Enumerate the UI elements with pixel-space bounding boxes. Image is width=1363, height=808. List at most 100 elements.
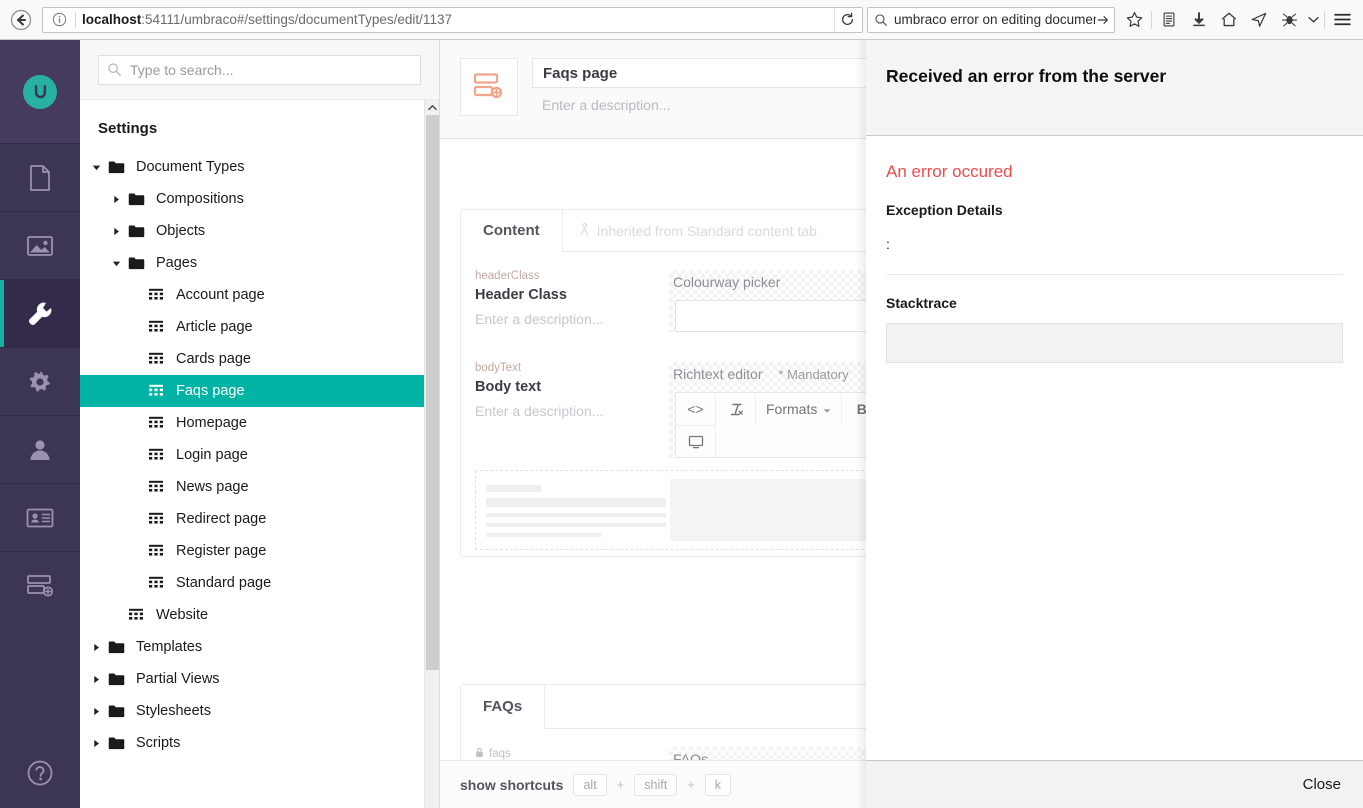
overlay-footer: Close: [866, 760, 1363, 808]
sidebar-item-content[interactable]: [0, 144, 80, 212]
arrow-right-icon[interactable]: [1096, 13, 1110, 27]
sidebar-item-members[interactable]: [0, 484, 80, 552]
reload-icon[interactable]: [834, 7, 860, 32]
scrollbar-thumb[interactable]: [426, 115, 439, 670]
toolbar-divider: [1151, 10, 1152, 29]
tree-node-label: Standard page: [176, 575, 272, 591]
rte-formats-dropdown[interactable]: Formats: [756, 393, 843, 425]
rte-source-code-button[interactable]: <>: [676, 393, 716, 425]
tree-node-login-page[interactable]: Login page: [80, 439, 439, 471]
property-mandatory-label: * Mandatory: [778, 366, 849, 382]
tree-node-faqs-page[interactable]: Faqs page: [80, 375, 439, 407]
tree-node-label: Website: [156, 607, 209, 623]
tree-node-redirect-page[interactable]: Redirect page: [80, 503, 439, 535]
property-editor-label[interactable]: Colourway picker: [673, 274, 780, 290]
overlay-header: Received an error from the server: [866, 40, 1363, 136]
browser-search-input[interactable]: umbraco error on editing document te: [894, 12, 1096, 27]
tree-node-label: Partial Views: [136, 671, 220, 687]
sidebar-item-users[interactable]: [0, 416, 80, 484]
caret-down-icon[interactable]: [88, 164, 104, 171]
tree-node-register-page[interactable]: Register page: [80, 535, 439, 567]
tree-node-compositions[interactable]: Compositions: [80, 183, 439, 215]
tree-node-label: Objects: [156, 223, 206, 239]
tree-node-account-page[interactable]: Account page: [80, 279, 439, 311]
overlay-shadow: [856, 40, 866, 808]
tree-node-objects[interactable]: Objects: [80, 215, 439, 247]
property-name[interactable]: Header Class: [475, 287, 669, 303]
rte-preview-button[interactable]: [676, 425, 716, 457]
scroll-up-arrow-icon[interactable]: [425, 100, 439, 115]
sidebar-item-forms[interactable]: [0, 552, 80, 620]
rte-remove-format-button[interactable]: [716, 393, 756, 425]
tree-node-homepage[interactable]: Homepage: [80, 407, 439, 439]
property-editor-label[interactable]: Richtext editor: [673, 366, 762, 382]
tree-node-partial-views[interactable]: Partial Views: [80, 663, 439, 695]
tree-search-row: Type to search...: [80, 40, 439, 100]
keycap-alt: alt: [573, 773, 607, 796]
tree-node-label: News page: [176, 479, 249, 495]
exception-details-value: :: [886, 236, 890, 252]
tree-node-label: Cards page: [176, 351, 251, 367]
pocket-icon[interactable]: [1244, 5, 1274, 35]
caret-right-icon[interactable]: [108, 195, 124, 204]
addon-icon[interactable]: [1274, 5, 1304, 35]
tree-node-article-page[interactable]: Article page: [80, 311, 439, 343]
caret-right-icon[interactable]: [88, 707, 104, 716]
download-icon[interactable]: [1184, 5, 1214, 35]
keycap-shift: shift: [634, 773, 678, 796]
caret-right-icon[interactable]: [88, 675, 104, 684]
tree-node-stylesheets[interactable]: Stylesheets: [80, 695, 439, 727]
show-shortcuts-label[interactable]: show shortcuts: [460, 777, 563, 793]
browser-search-bar[interactable]: umbraco error on editing document te: [867, 6, 1115, 33]
hamburger-menu-icon[interactable]: [1327, 5, 1357, 35]
folder-icon: [124, 256, 148, 270]
url-path: :54111/umbraco#/settings/documentTypes/e…: [141, 12, 452, 27]
close-button[interactable]: Close: [1303, 776, 1341, 793]
caret-right-icon[interactable]: [88, 739, 104, 748]
help-circle-icon[interactable]: [0, 738, 80, 808]
info-icon[interactable]: [49, 10, 69, 30]
sidebar-item-settings[interactable]: [0, 280, 80, 348]
tree-node-website[interactable]: Website: [80, 599, 439, 631]
chevron-down-icon[interactable]: [1304, 5, 1322, 35]
sidebar-item-packages[interactable]: [0, 348, 80, 416]
tab-faqs[interactable]: FAQs: [461, 685, 546, 729]
sidebar-item-media[interactable]: [0, 212, 80, 280]
inherited-note: Inherited from Standard content tab: [563, 210, 833, 251]
tree-node-news-page[interactable]: News page: [80, 471, 439, 503]
doctype-add-icon[interactable]: [460, 58, 518, 116]
tree-node-document-types[interactable]: Document Types: [80, 151, 439, 183]
tree-node-templates[interactable]: Templates: [80, 631, 439, 663]
umbraco-logo[interactable]: [0, 40, 80, 144]
url-bar[interactable]: localhost:54111/umbraco#/settings/docume…: [42, 6, 863, 33]
tree-node-standard-page[interactable]: Standard page: [80, 567, 439, 599]
tree-scrollbar[interactable]: [424, 100, 439, 808]
tree-node-cards-page[interactable]: Cards page: [80, 343, 439, 375]
tree-node-label: Homepage: [176, 415, 247, 431]
doctype-icon: [144, 384, 168, 399]
back-arrow-icon[interactable]: [6, 5, 36, 35]
doctype-icon: [144, 448, 168, 463]
add-property-skeleton-left: [476, 471, 670, 549]
tree-node-label: Login page: [176, 447, 248, 463]
tree-node-scripts[interactable]: Scripts: [80, 727, 439, 759]
property-description[interactable]: Enter a description...: [475, 403, 669, 419]
home-icon[interactable]: [1214, 5, 1244, 35]
key-separator-1: +: [616, 777, 625, 792]
library-icon[interactable]: [1154, 5, 1184, 35]
tree-node-label: Register page: [176, 543, 267, 559]
caret-right-icon[interactable]: [108, 227, 124, 236]
search-input[interactable]: Type to search...: [98, 54, 421, 85]
inherited-note-label: Inherited from Standard content tab: [596, 222, 817, 239]
doctype-icon: [124, 608, 148, 623]
caret-right-icon[interactable]: [88, 643, 104, 652]
tab-content[interactable]: Content: [461, 210, 563, 252]
stacktrace-textarea[interactable]: [886, 323, 1343, 363]
property-description[interactable]: Enter a description...: [475, 311, 669, 327]
star-icon[interactable]: [1119, 5, 1149, 35]
tree-node-pages[interactable]: Pages: [80, 247, 439, 279]
property-name[interactable]: Body text: [475, 379, 669, 395]
doctype-icon: [144, 288, 168, 303]
caret-down-icon[interactable]: [108, 260, 124, 267]
doctype-icon: [144, 512, 168, 527]
